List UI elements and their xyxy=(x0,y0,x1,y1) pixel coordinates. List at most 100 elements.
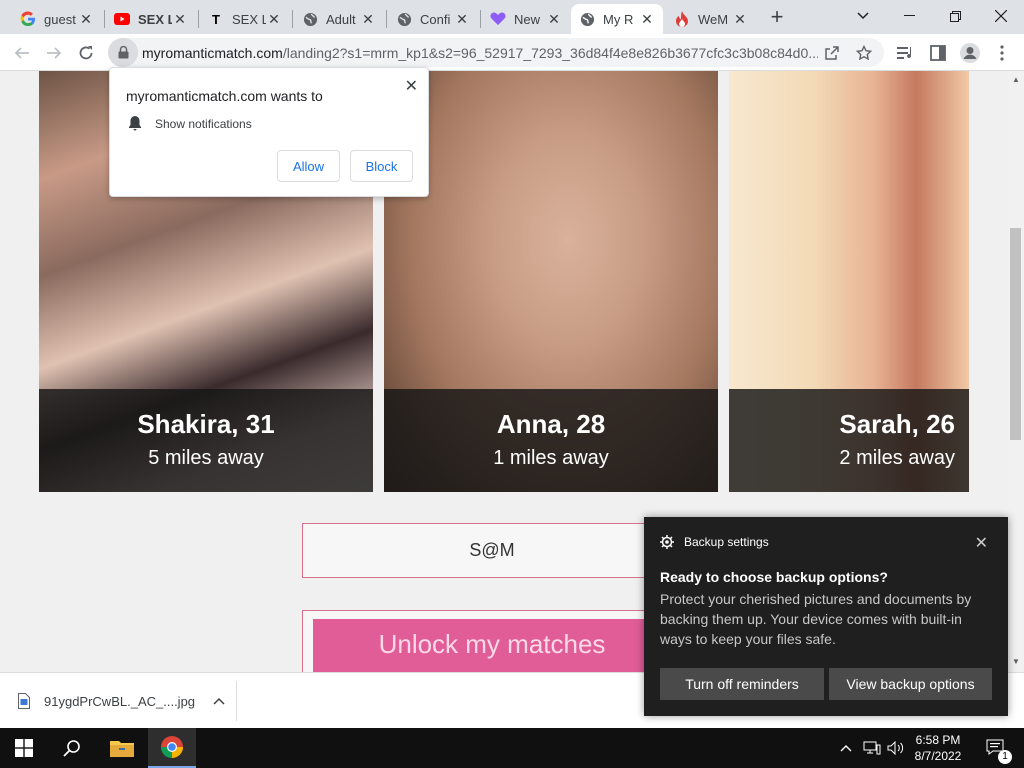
permission-title: myromanticmatch.com wants to xyxy=(126,88,323,104)
tab-title: WeM xyxy=(698,11,729,27)
gear-icon xyxy=(660,535,674,549)
turn-off-reminders-button[interactable]: Turn off reminders xyxy=(660,668,824,700)
tab-5[interactable]: Confi ✕ xyxy=(388,4,478,34)
profile-distance: 1 miles away xyxy=(493,447,609,469)
clock-time: 6:58 PM xyxy=(915,733,961,747)
url-host: myromanticmatch.com xyxy=(142,44,283,61)
allow-button[interactable]: Allow xyxy=(277,150,340,182)
profile-name: Shakira, 31 xyxy=(137,409,275,439)
profile-card-3[interactable]: Sarah, 26 2 miles away xyxy=(729,71,969,492)
profile-name: Anna, 28 xyxy=(496,409,606,439)
tab-close-icon[interactable]: ✕ xyxy=(266,11,282,28)
profile-card-2[interactable]: Anna, 28 1 miles away xyxy=(384,71,718,492)
action-center-icon[interactable]: 1 xyxy=(978,728,1014,768)
tab-title: SEX L xyxy=(138,11,172,27)
notification-count-badge: 1 xyxy=(998,750,1012,764)
file-explorer-icon[interactable] xyxy=(98,728,146,768)
profile-distance: 5 miles away xyxy=(148,447,264,469)
unlock-matches-button[interactable]: Unlock my matches xyxy=(313,619,671,672)
tab-title: guest xyxy=(44,11,76,27)
tab-title: Confi xyxy=(420,11,451,27)
globe-icon xyxy=(396,11,412,27)
toast-app-name: Backup settings xyxy=(684,535,769,549)
view-backup-options-button[interactable]: View backup options xyxy=(829,668,992,700)
new-tab-button[interactable]: + xyxy=(764,6,790,30)
bookmark-star-icon[interactable] xyxy=(854,44,874,62)
profile-caption: Sarah, 26 2 miles away xyxy=(729,389,969,492)
flame-icon xyxy=(674,11,690,27)
url-text[interactable]: myromanticmatch.com/landing2?s1=mrm_kp1&… xyxy=(142,45,818,61)
scrollbar-thumb[interactable] xyxy=(1010,228,1021,440)
taskbar: 6:58 PM 8/7/2022 1 xyxy=(0,728,1024,768)
tab-close-icon[interactable]: ✕ xyxy=(546,11,562,28)
tab-close-icon[interactable]: ✕ xyxy=(732,11,748,28)
chrome-taskbar-icon[interactable] xyxy=(148,728,196,768)
download-filename: 91ygdPrCwBL._AC_....jpg xyxy=(44,693,196,709)
more-menu-icon[interactable] xyxy=(991,42,1013,64)
address-bar[interactable]: myromanticmatch.com/landing2?s1=mrm_kp1&… xyxy=(108,38,884,67)
share-icon[interactable] xyxy=(822,44,842,62)
scroll-up-icon[interactable]: ▲ xyxy=(1008,73,1024,87)
side-panel-icon[interactable] xyxy=(927,42,949,64)
tab-4[interactable]: Adult ✕ xyxy=(294,4,384,34)
media-controls-icon[interactable] xyxy=(895,42,917,64)
back-arrow-icon[interactable] xyxy=(9,40,35,66)
unlock-label: Unlock my matches xyxy=(378,629,606,659)
toast-body: Protect your cherished pictures and docu… xyxy=(660,591,972,647)
scroll-down-icon[interactable]: ▼ xyxy=(1008,655,1024,669)
chevron-up-icon[interactable] xyxy=(836,728,856,768)
tab-title: SEX L xyxy=(232,11,266,27)
file-icon xyxy=(18,693,30,709)
download-item[interactable]: 91ygdPrCwBL._AC_....jpg xyxy=(18,683,225,719)
clock[interactable]: 6:58 PM 8/7/2022 xyxy=(898,732,978,764)
tab-close-icon[interactable]: ✕ xyxy=(78,11,94,28)
network-icon[interactable] xyxy=(860,728,884,768)
minimize-button[interactable] xyxy=(886,0,932,32)
tab-title: Adult xyxy=(326,11,356,27)
unlock-container: Unlock my matches xyxy=(302,610,682,672)
toast-heading: Ready to choose backup options? xyxy=(660,569,888,585)
url-path: /landing2?s1=mrm_kp1&s2=96_52917_7293_36… xyxy=(282,44,818,61)
google-icon xyxy=(20,11,36,27)
youtube-icon xyxy=(114,11,130,27)
profile-name: Sarah, 26 xyxy=(839,409,955,439)
t-icon: T xyxy=(212,11,220,27)
reload-icon[interactable] xyxy=(73,40,99,66)
sam-label: S@M xyxy=(469,540,515,560)
tab-close-icon[interactable]: ✕ xyxy=(360,11,376,28)
tab-close-icon[interactable]: ✕ xyxy=(172,11,188,28)
tab-2[interactable]: SEX L ✕ xyxy=(106,4,196,34)
profile-avatar-icon[interactable] xyxy=(959,42,981,64)
close-window-button[interactable] xyxy=(978,0,1024,32)
lock-icon[interactable] xyxy=(108,38,138,67)
tab-7-active[interactable]: My R ✕ xyxy=(571,4,663,34)
tab-search-chevron-icon[interactable] xyxy=(840,0,886,32)
tab-3[interactable]: T SEX L ✕ xyxy=(200,4,290,34)
allow-label: Allow xyxy=(292,158,325,174)
tab-8[interactable]: WeM ✕ xyxy=(666,4,756,34)
close-icon[interactable]: ✕ xyxy=(975,533,988,553)
tab-strip: guest ✕ SEX L ✕ T SEX L ✕ Adult ✕ Confi … xyxy=(0,0,1024,34)
heart-icon xyxy=(490,11,506,27)
chevron-up-icon[interactable] xyxy=(213,697,225,705)
tab-close-icon[interactable]: ✕ xyxy=(454,11,470,28)
forward-arrow-icon[interactable] xyxy=(41,40,67,66)
tab-1[interactable]: guest ✕ xyxy=(12,4,102,34)
tab-close-icon[interactable]: ✕ xyxy=(639,11,655,28)
btn-label: Turn off reminders xyxy=(685,676,799,692)
permission-row: Show notifications xyxy=(155,117,252,131)
close-icon[interactable]: ✕ xyxy=(405,76,418,96)
notification-permission-popup: myromanticmatch.com wants to ✕ Show noti… xyxy=(109,67,429,197)
restore-button[interactable] xyxy=(932,0,978,32)
profile-caption: Shakira, 31 5 miles away xyxy=(39,389,373,492)
tab-title: New xyxy=(514,11,541,27)
globe-icon xyxy=(302,11,318,27)
page-scrollbar[interactable]: ▲ ▼ xyxy=(1008,71,1024,672)
clock-date: 8/7/2022 xyxy=(914,749,962,763)
backup-toast: Backup settings ✕ Ready to choose backup… xyxy=(644,517,1008,716)
tab-6[interactable]: New ✕ xyxy=(482,4,570,34)
windows-start-icon[interactable] xyxy=(0,728,48,768)
sam-field[interactable]: S@M xyxy=(302,523,682,578)
search-icon[interactable] xyxy=(48,728,96,768)
block-button[interactable]: Block xyxy=(350,150,413,182)
